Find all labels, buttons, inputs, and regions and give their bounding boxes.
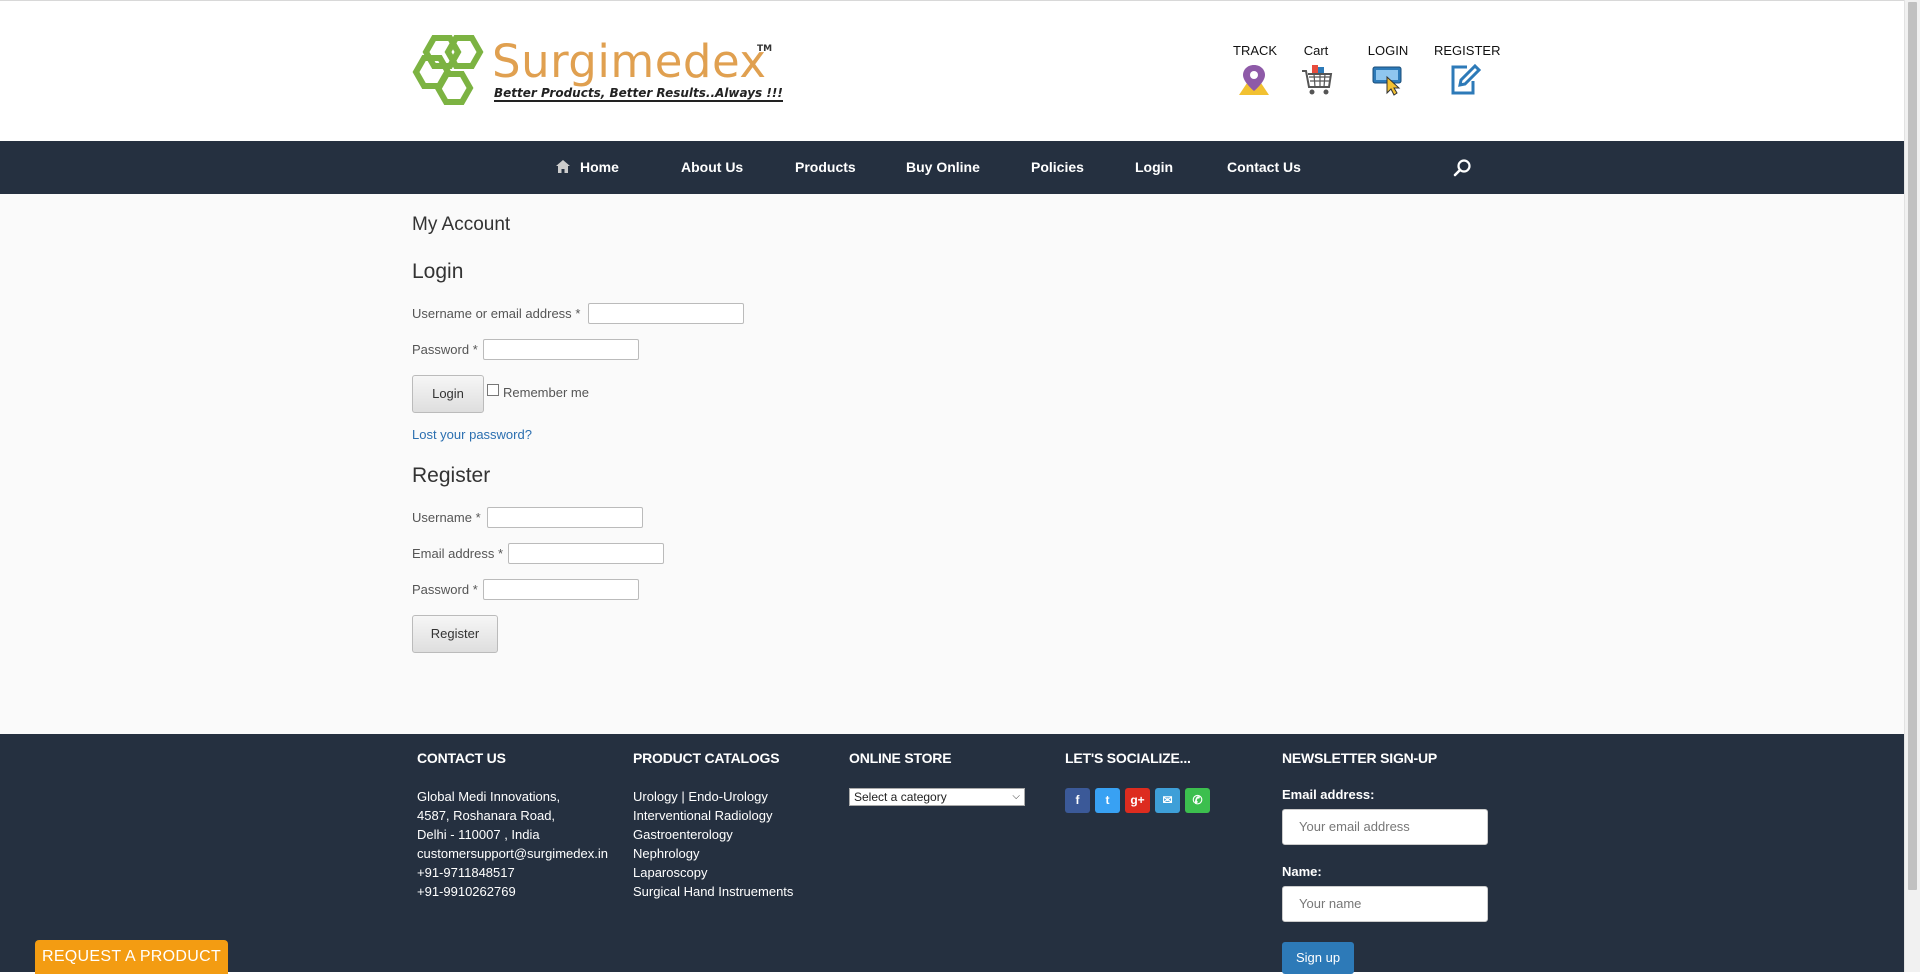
catalog-link[interactable]: Surgical Hand Instruements bbox=[633, 884, 793, 899]
newsletter-name-label: Name: bbox=[1282, 864, 1322, 879]
newsletter-signup-button[interactable]: Sign up bbox=[1282, 942, 1354, 974]
required-mark: * bbox=[475, 510, 481, 525]
remember-me-checkbox[interactable] bbox=[487, 384, 499, 396]
google-plus-icon[interactable]: g+ bbox=[1125, 788, 1150, 813]
track-label: TRACK bbox=[1233, 43, 1278, 58]
register-username-label: Username * bbox=[412, 510, 481, 525]
brand-name: Surgimedex bbox=[492, 35, 767, 88]
catalog-link[interactable]: Laparoscopy bbox=[633, 865, 707, 880]
register-label: REGISTER bbox=[1434, 43, 1501, 58]
nav-policies[interactable]: Policies bbox=[1031, 141, 1084, 194]
category-select-value: Select a category bbox=[854, 790, 947, 804]
register-heading: Register bbox=[412, 464, 491, 487]
login-username-text: Username or email address bbox=[412, 306, 572, 321]
nav-home[interactable]: Home bbox=[556, 141, 619, 194]
newsletter-email-input[interactable]: Your email address bbox=[1282, 809, 1488, 845]
site-logo[interactable]: Surgimedex TM Better Products, Better Re… bbox=[412, 34, 783, 110]
contact-phone[interactable]: +91-9711848517 bbox=[417, 865, 515, 880]
nav-home-label: Home bbox=[580, 159, 619, 175]
email-icon[interactable]: ✉ bbox=[1155, 788, 1180, 813]
footer-store-title: ONLINE STORE bbox=[849, 750, 952, 766]
footer-social-title: LET'S SOCIALIZE... bbox=[1065, 750, 1191, 766]
location-pin-icon bbox=[1239, 65, 1269, 95]
remember-me-label: Remember me bbox=[503, 385, 589, 400]
cart-link[interactable]: Cart bbox=[1300, 43, 1333, 97]
login-label: LOGIN bbox=[1367, 43, 1409, 58]
footer-catalogs-title: PRODUCT CATALOGS bbox=[633, 750, 780, 766]
contact-line: 4587, Roshanara Road, bbox=[417, 808, 556, 823]
nav-buy-online[interactable]: Buy Online bbox=[906, 141, 980, 194]
register-password-input[interactable] bbox=[483, 579, 639, 600]
edit-icon bbox=[1451, 63, 1481, 95]
track-link[interactable]: TRACK bbox=[1233, 43, 1278, 97]
required-mark: * bbox=[472, 342, 478, 357]
category-select[interactable]: Select a category ⌵ bbox=[849, 788, 1025, 806]
catalog-link[interactable]: Gastroenterology bbox=[633, 827, 733, 842]
site-footer: CONTACT US Global Medi Innovations, 4587… bbox=[0, 734, 1904, 974]
register-link[interactable]: REGISTER bbox=[1434, 43, 1501, 97]
twitter-icon[interactable]: t bbox=[1095, 788, 1120, 813]
nav-about-us[interactable]: About Us bbox=[681, 141, 743, 194]
phone-icon[interactable]: ✆ bbox=[1185, 788, 1210, 813]
lost-password-link[interactable]: Lost your password? bbox=[412, 427, 532, 442]
required-mark: * bbox=[498, 546, 504, 561]
catalog-link[interactable]: Nephrology bbox=[633, 846, 700, 861]
trademark: TM bbox=[757, 44, 773, 54]
chevron-down-icon: ⌵ bbox=[1012, 791, 1020, 802]
register-username-input[interactable] bbox=[487, 507, 643, 528]
catalog-link[interactable]: Interventional Radiology bbox=[633, 808, 772, 823]
login-heading: Login bbox=[412, 260, 464, 283]
required-mark: * bbox=[472, 582, 478, 597]
register-username-text: Username bbox=[412, 510, 472, 525]
register-email-label: Email address * bbox=[412, 546, 503, 561]
hexagon-logo-icon bbox=[412, 35, 484, 105]
home-icon bbox=[556, 160, 570, 173]
contact-line: Delhi - 110007 , India bbox=[417, 827, 540, 842]
login-password-text: Password bbox=[412, 342, 470, 357]
site-header: Surgimedex TM Better Products, Better Re… bbox=[0, 1, 1904, 141]
login-password-label: Password * bbox=[412, 342, 478, 357]
newsletter-email-label: Email address: bbox=[1282, 787, 1375, 802]
register-password-label: Password * bbox=[412, 582, 478, 597]
login-username-label: Username or email address * bbox=[412, 306, 580, 321]
required-mark: * bbox=[575, 306, 581, 321]
register-password-text: Password bbox=[412, 582, 470, 597]
cart-label: Cart bbox=[1303, 43, 1329, 58]
account-content: My Account Login Username or email addre… bbox=[0, 194, 1904, 734]
page-title: My Account bbox=[412, 214, 511, 235]
footer-contact-title: CONTACT US bbox=[417, 750, 506, 766]
newsletter-name-input[interactable]: Your name bbox=[1282, 886, 1488, 922]
shopping-cart-icon bbox=[1302, 65, 1333, 95]
catalog-link[interactable]: Urology | Endo-Urology bbox=[633, 789, 768, 804]
contact-phone[interactable]: +91-9910262769 bbox=[417, 884, 516, 899]
nav-login[interactable]: Login bbox=[1135, 141, 1173, 194]
facebook-icon[interactable]: f bbox=[1065, 788, 1090, 813]
scrollbar-thumb[interactable] bbox=[1908, 2, 1917, 890]
login-username-input[interactable] bbox=[588, 303, 744, 324]
nav-contact-us[interactable]: Contact Us bbox=[1227, 141, 1301, 194]
login-link[interactable]: LOGIN bbox=[1367, 43, 1409, 97]
register-email-input[interactable] bbox=[508, 543, 664, 564]
register-button[interactable]: Register bbox=[412, 615, 498, 653]
contact-email[interactable]: customersupport@surgimedex.in bbox=[417, 846, 608, 861]
login-button[interactable]: Login bbox=[412, 375, 484, 413]
main-nav: Home About Us Products Buy Online Polici… bbox=[0, 141, 1904, 194]
search-icon[interactable] bbox=[1452, 158, 1472, 178]
sign-in-icon bbox=[1372, 66, 1402, 96]
page-scrollbar[interactable] bbox=[1904, 0, 1920, 972]
nav-products[interactable]: Products bbox=[795, 141, 856, 194]
register-email-text: Email address bbox=[412, 546, 495, 561]
footer-newsletter-title: NEWSLETTER SIGN-UP bbox=[1282, 750, 1438, 766]
brand-tagline: Better Products, Better Results..Always … bbox=[494, 86, 783, 102]
login-password-input[interactable] bbox=[483, 339, 639, 360]
contact-line: Global Medi Innovations, bbox=[417, 789, 561, 804]
request-product-button[interactable]: REQUEST A PRODUCT bbox=[35, 940, 228, 974]
